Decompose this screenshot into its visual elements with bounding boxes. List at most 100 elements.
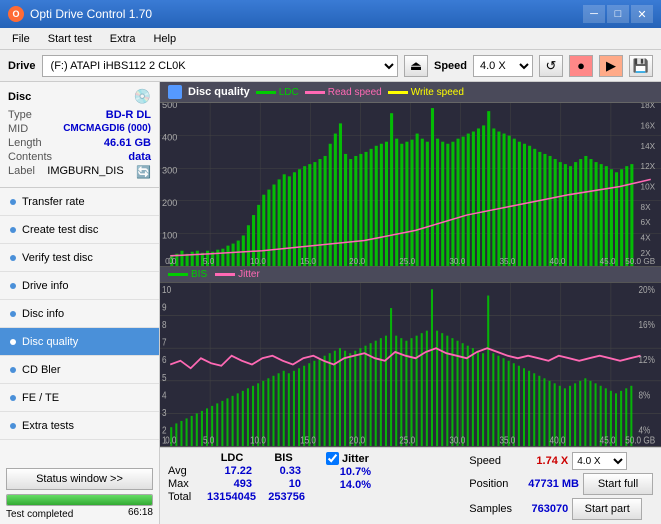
record-button[interactable]: ●: [569, 55, 593, 77]
menu-bar: File Start test Extra Help: [0, 28, 661, 50]
app-icon: O: [8, 6, 24, 22]
disc-label-key: Label: [8, 165, 35, 179]
top-chart-svg: 500 400 300 200 100 0 18X 16X 14X 12X 10…: [160, 103, 661, 266]
sidebar: Disc 💿 Type BD-R DL MID CMCMAGDI6 (000) …: [0, 82, 160, 524]
start-part-button[interactable]: Start part: [572, 498, 642, 520]
refresh-button[interactable]: ↺: [539, 55, 563, 77]
jitter-avg: 10.7%: [326, 466, 371, 478]
menu-start-test[interactable]: Start test: [40, 31, 100, 47]
total-row: Total 13154045 253756: [168, 491, 306, 503]
jitter-label: Jitter: [342, 453, 369, 465]
drive-label: Drive: [8, 60, 36, 72]
chart-title: Disc quality: [188, 86, 250, 98]
bottom-chart: 10 9 8 7 6 5 4 3 2 1 20% 16% 12% 8% 4%: [160, 283, 661, 447]
avg-row: Avg 17.22 0.33: [168, 465, 306, 477]
title-bar: O Opti Drive Control 1.70 ─ □ ✕: [0, 0, 661, 28]
svg-text:15.0: 15.0: [300, 435, 316, 446]
nav-drive-info[interactable]: Drive info: [0, 272, 159, 300]
burn-button[interactable]: ▶: [599, 55, 623, 77]
svg-text:18X: 18X: [641, 103, 656, 110]
disc-type-key: Type: [8, 109, 32, 121]
speed-select[interactable]: 4.0 X: [473, 55, 533, 77]
status-window-button[interactable]: Status window >>: [6, 468, 153, 490]
disc-length-val: 46.61 GB: [104, 137, 151, 149]
disc-panel: Disc 💿 Type BD-R DL MID CMCMAGDI6 (000) …: [0, 82, 159, 188]
samples-label: Samples: [469, 503, 524, 515]
bis-header: BIS: [261, 452, 306, 464]
menu-help[interactable]: Help: [145, 31, 184, 47]
nav-create-test-disc[interactable]: Create test disc: [0, 216, 159, 244]
disc-contents-val: data: [128, 151, 151, 163]
app-title: Opti Drive Control 1.70: [30, 7, 583, 21]
svg-text:50.0 GB: 50.0 GB: [625, 257, 656, 266]
svg-text:3: 3: [162, 407, 167, 418]
nav-transfer-rate[interactable]: Transfer rate: [0, 188, 159, 216]
disc-type-row: Type BD-R DL: [8, 109, 151, 121]
stats-panel: LDC BIS Avg 17.22 0.33 Max 493 10 Total …: [160, 447, 661, 524]
svg-text:12%: 12%: [639, 354, 655, 365]
max-label: Max: [168, 478, 203, 490]
menu-extra[interactable]: Extra: [102, 31, 144, 47]
nav-disc-quality[interactable]: Disc quality: [0, 328, 159, 356]
svg-text:35.0: 35.0: [499, 435, 515, 446]
minimize-button[interactable]: ─: [583, 5, 605, 23]
svg-text:40.0: 40.0: [550, 435, 566, 446]
disc-length-key: Length: [8, 137, 42, 149]
nav-cd-bler[interactable]: CD Bler: [0, 356, 159, 384]
svg-text:30.0: 30.0: [449, 435, 465, 446]
svg-text:16%: 16%: [639, 319, 655, 330]
speed-label: Speed: [469, 455, 524, 467]
svg-text:8X: 8X: [641, 203, 652, 212]
jitter-avg-row: 10.7%: [326, 466, 371, 478]
svg-text:8: 8: [162, 319, 167, 330]
save-button[interactable]: 💾: [629, 55, 653, 77]
eject-button[interactable]: ⏏: [404, 55, 428, 77]
svg-text:500: 500: [162, 103, 177, 110]
legend-jitter: Jitter: [215, 269, 260, 280]
svg-text:15.0: 15.0: [300, 257, 316, 266]
progress-fill: [7, 495, 152, 505]
nav-fe-te[interactable]: FE / TE: [0, 384, 159, 412]
jitter-checkbox[interactable]: [326, 452, 339, 465]
svg-text:10X: 10X: [641, 183, 656, 192]
disc-panel-title: Disc: [8, 91, 31, 103]
start-full-button[interactable]: Start full: [583, 473, 653, 495]
position-label: Position: [469, 478, 524, 490]
svg-text:20.0: 20.0: [349, 257, 365, 266]
svg-text:8%: 8%: [639, 390, 651, 401]
maximize-button[interactable]: □: [607, 5, 629, 23]
progress-bar: [6, 494, 153, 506]
svg-text:4: 4: [162, 390, 167, 401]
svg-text:30.0: 30.0: [449, 257, 465, 266]
svg-text:45.0: 45.0: [600, 257, 616, 266]
disc-contents-key: Contents: [8, 151, 52, 163]
disc-mid-key: MID: [8, 123, 28, 135]
total-label: Total: [168, 491, 203, 503]
nav-extra-tests[interactable]: Extra tests: [0, 412, 159, 440]
max-row: Max 493 10: [168, 478, 306, 490]
svg-text:10.0: 10.0: [250, 257, 266, 266]
speed-select-stats[interactable]: 4.0 X: [572, 452, 627, 470]
chart-header: Disc quality LDC Read speed Write speed: [160, 82, 661, 103]
svg-text:40.0: 40.0: [550, 257, 566, 266]
menu-file[interactable]: File: [4, 31, 38, 47]
nav-verify-test-disc[interactable]: Verify test disc: [0, 244, 159, 272]
stats-jitter: Jitter 10.7% 14.0%: [326, 452, 371, 491]
disc-eject-icon[interactable]: 💿: [134, 88, 151, 105]
disc-label-icon: 🔄: [136, 165, 151, 179]
nav-disc-info[interactable]: Disc info: [0, 300, 159, 328]
drive-select[interactable]: (F:) ATAPI iHBS112 2 CL0K: [42, 55, 398, 77]
svg-text:10.0: 10.0: [250, 435, 266, 446]
svg-text:45.0: 45.0: [600, 435, 616, 446]
disc-contents-row: Contents data: [8, 151, 151, 163]
speed-label: Speed: [434, 60, 467, 72]
disc-mid-row: MID CMCMAGDI6 (000): [8, 123, 151, 135]
disc-mid-val: CMCMAGDI6 (000): [63, 123, 151, 135]
svg-text:5: 5: [162, 372, 167, 383]
stats-ldc-bis: LDC BIS Avg 17.22 0.33 Max 493 10 Total …: [168, 452, 306, 503]
total-ldc: 13154045: [207, 491, 256, 503]
drive-bar: Drive (F:) ATAPI iHBS112 2 CL0K ⏏ Speed …: [0, 50, 661, 82]
ldc-header: LDC: [207, 452, 257, 464]
legend-read-speed: Read speed: [305, 87, 382, 98]
close-button[interactable]: ✕: [631, 5, 653, 23]
